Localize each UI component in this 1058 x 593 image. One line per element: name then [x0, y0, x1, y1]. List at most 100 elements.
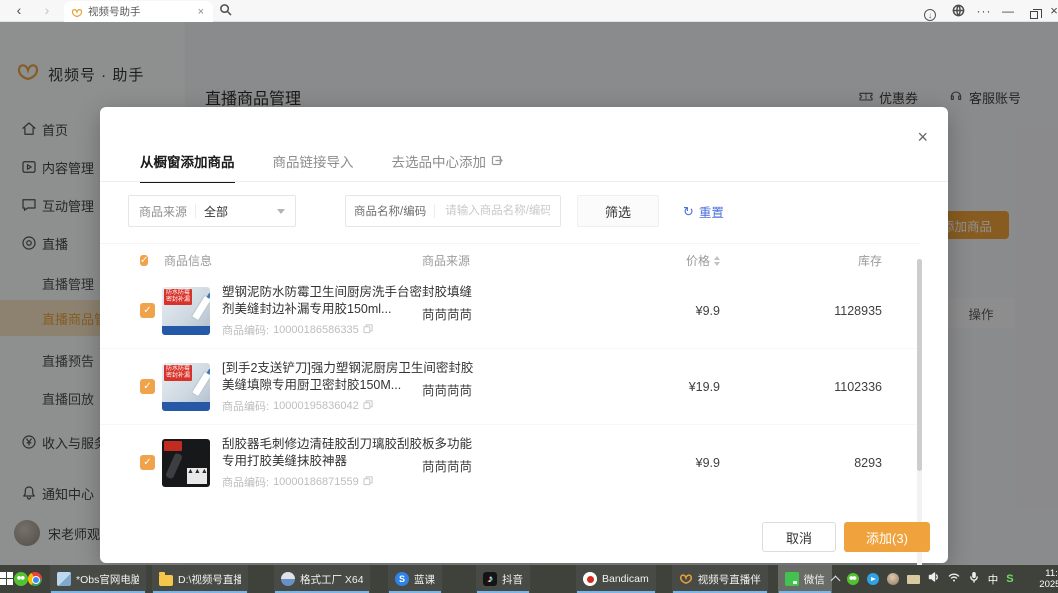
product-source: 苘苘苘苘	[422, 380, 472, 399]
thumb-decoration	[164, 441, 182, 451]
taskbar-app-channels-live[interactable]: 视频号直播伴侣	[672, 565, 768, 593]
tab-import-product-link[interactable]: 商品链接导入	[273, 151, 354, 183]
tray-contact-icon[interactable]	[887, 573, 899, 585]
clock-date: 2025/5/31	[1022, 579, 1058, 590]
table-header: ✓ 商品信息 商品来源 价格 库存	[100, 243, 920, 273]
tab-go-selection-center[interactable]: 去选品中心添加	[392, 151, 504, 183]
browser-bar: ‹ › ↻ 视频号助手 × ↓ ··· — ×	[0, 0, 1058, 22]
product-price: ¥9.9	[640, 456, 720, 470]
code-value: 10000186871559	[273, 476, 359, 488]
windows-icon	[0, 572, 14, 586]
volume-icon[interactable]	[928, 570, 940, 588]
tab-add-from-showcase[interactable]: 从橱窗添加商品	[140, 151, 235, 183]
taskbar-app-label: 视频号直播伴侣	[698, 572, 761, 587]
row-checkbox[interactable]: ✓	[140, 379, 155, 394]
taskbar-app-label: 格式工厂 X64 ...	[300, 572, 363, 587]
taskbar-app-douyin[interactable]: ♪ 抖音	[476, 565, 530, 593]
tray-wechat-icon[interactable]	[847, 573, 859, 585]
browser-back-icon[interactable]: ‹	[8, 0, 30, 22]
column-price[interactable]: 价格	[654, 252, 720, 269]
browser-tab[interactable]: 视频号助手 ×	[64, 1, 213, 22]
filter-button[interactable]: 筛选	[577, 195, 659, 227]
more-menu-icon[interactable]: ···	[972, 0, 996, 22]
microphone-icon[interactable]	[968, 570, 980, 588]
taskbar-app-lanke[interactable]: S 蓝课	[388, 565, 442, 593]
thumb-decoration	[191, 371, 210, 398]
minimize-icon[interactable]: —	[996, 0, 1020, 22]
search-icon[interactable]	[219, 3, 232, 21]
thumb-decoration	[162, 402, 210, 411]
taskbar-chrome-icon[interactable]	[28, 565, 42, 593]
source-value: 全部	[204, 203, 277, 220]
taskbar-app-weixin[interactable]: 微信	[778, 565, 832, 593]
clock-time: 11:50:47	[1022, 568, 1058, 579]
tab-label: 商品链接导入	[273, 151, 354, 171]
code-prefix: 商品编码:	[222, 322, 269, 338]
product-source-select[interactable]: 商品来源 全部	[128, 195, 296, 227]
product-thumbnail: 防水防霉密封补漏	[162, 287, 210, 335]
taskbar-clock[interactable]: 11:50:47 2025/5/31	[1022, 568, 1058, 590]
weixin-screen-icon	[785, 572, 799, 586]
select-all-checkbox[interactable]: ✓	[140, 255, 148, 266]
code-value: 10000186586335	[273, 324, 359, 336]
modal-close-icon[interactable]: ×	[917, 129, 928, 145]
product-code: 商品编码: 10000186586335	[222, 322, 373, 338]
tray-expand-icon[interactable]	[830, 576, 840, 586]
taskbar-app-label: 蓝课	[414, 572, 435, 587]
scrollbar-thumb[interactable]	[917, 259, 922, 471]
tray-telegram-icon[interactable]	[867, 573, 879, 585]
column-stock: 库存	[816, 252, 882, 269]
divider	[434, 204, 435, 218]
row-checkbox[interactable]: ✓	[140, 303, 155, 318]
refresh-icon: ↻	[683, 204, 694, 220]
tabs-divider	[100, 181, 948, 182]
network-icon[interactable]	[948, 570, 960, 588]
taskbar-app-explorer[interactable]: D:\视频号直播...	[152, 565, 248, 593]
reset-button[interactable]: ↻ 重置	[683, 202, 724, 221]
product-thumbnail: ▲▲▲	[162, 439, 210, 487]
format-factory-icon	[281, 572, 295, 586]
product-stock: 1102336	[800, 380, 882, 394]
code-value: 10000195836042	[273, 400, 359, 412]
search-field-label: 商品名称/编码	[354, 203, 426, 219]
tray-device-icon[interactable]	[907, 575, 920, 584]
product-thumbnail: 防水防霉密封补漏	[162, 363, 210, 411]
confirm-add-button[interactable]: 添加(3)	[844, 522, 930, 552]
ime-indicator[interactable]: 中	[988, 572, 999, 587]
taskbar-app-label: *Obs官网电脑...	[76, 572, 139, 587]
start-button[interactable]	[0, 565, 14, 593]
product-search-field[interactable]: 商品名称/编码	[345, 195, 561, 227]
modal-tabs: 从橱窗添加商品 商品链接导入 去选品中心添加	[140, 151, 503, 183]
column-product-source: 商品来源	[422, 252, 470, 269]
sort-icon[interactable]	[714, 256, 720, 266]
search-input[interactable]	[443, 204, 552, 218]
globe-icon[interactable]	[946, 0, 970, 22]
lanke-icon: S	[395, 572, 409, 586]
table-row: ✓ 防水防霉密封补漏 [到手2支送铲刀]强力塑钢泥厨房卫生间密封胶美缝填隙专用厨…	[100, 349, 920, 425]
cancel-button[interactable]: 取消	[762, 522, 836, 552]
taskbar-app-bandicam[interactable]: Bandicam	[576, 565, 656, 593]
taskbar-app-label: 微信	[804, 572, 825, 587]
source-label: 商品来源	[139, 203, 187, 220]
download-icon[interactable]: ↓	[918, 0, 942, 22]
taskbar: *Obs官网电脑... D:\视频号直播... 格式工厂 X64 ... S 蓝…	[0, 565, 1058, 593]
system-tray: 中 S 11:50:47 2025/5/31	[832, 568, 1058, 590]
copy-icon[interactable]	[363, 324, 373, 337]
copy-icon[interactable]	[363, 400, 373, 413]
tab-label: 去选品中心添加	[392, 151, 487, 171]
sogou-icon[interactable]: S	[1006, 573, 1013, 585]
table-row: ✓ 防水防霉密封补漏 塑钢泥防水防霉卫生间厨房洗手台密封胶填缝剂美缝封边补漏专用…	[100, 273, 920, 349]
taskbar-app-format-factory[interactable]: 格式工厂 X64 ...	[274, 565, 370, 593]
tab-label: 从橱窗添加商品	[140, 151, 235, 171]
code-prefix: 商品编码:	[222, 474, 269, 490]
browser-forward-icon[interactable]: ›	[36, 0, 58, 22]
taskbar-wechat-icon[interactable]	[14, 565, 28, 593]
thumb-decoration	[191, 295, 210, 322]
column-product-info: 商品信息	[164, 252, 212, 269]
row-checkbox[interactable]: ✓	[140, 455, 155, 470]
taskbar-app-obs[interactable]: *Obs官网电脑...	[50, 565, 146, 593]
window-close-icon[interactable]: ×	[1042, 0, 1058, 22]
copy-icon[interactable]	[363, 476, 373, 489]
tab-close-icon[interactable]: ×	[196, 6, 206, 18]
channels-logo-icon	[679, 572, 693, 586]
